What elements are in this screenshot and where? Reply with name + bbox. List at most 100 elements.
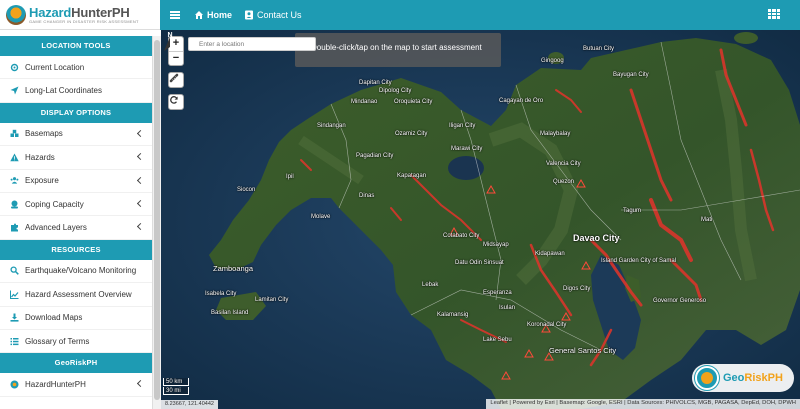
- chevron-left-icon: [136, 153, 145, 161]
- sidebar-item-basemaps[interactable]: Basemaps: [0, 123, 152, 147]
- place-label: Mindanao: [351, 99, 378, 105]
- place-label: Sindangan: [317, 123, 346, 129]
- place-label: Ipil: [286, 174, 294, 180]
- place-label: Mati: [701, 217, 713, 223]
- contact-label: Contact Us: [257, 10, 302, 20]
- refresh-icon: [170, 96, 178, 104]
- sidebar-item-advanced-layers[interactable]: Advanced Layers: [0, 216, 152, 240]
- brand-name: HazardHunterPH: [29, 5, 130, 20]
- place-label: Esperanza: [483, 290, 512, 296]
- place-label: Iligan City: [449, 123, 476, 129]
- puzzle-icon: [10, 223, 19, 232]
- sidebar-scrollbar[interactable]: [152, 36, 161, 409]
- sidebar-item-glossary[interactable]: Glossary of Terms: [0, 330, 152, 354]
- brand-tagline: GAME CHANGER IN DISASTER RISK ASSESSMENT: [29, 19, 139, 24]
- place-label: Malaybalay: [540, 131, 571, 137]
- chevron-left-icon: [136, 380, 145, 388]
- line-chart-icon: [10, 290, 19, 299]
- scale-km: 50 km: [163, 378, 189, 386]
- sidebar-item-long-lat[interactable]: Long-Lat Coordinates: [0, 79, 152, 103]
- sidebar-item-current-location[interactable]: Current Location: [0, 56, 152, 80]
- home-link[interactable]: Home: [194, 10, 232, 20]
- search-icon: [10, 266, 19, 276]
- map-scale: 50 km 30 mi: [163, 378, 189, 396]
- place-label: Island Garden City of Samal: [601, 258, 677, 264]
- home-label: Home: [207, 10, 233, 20]
- home-icon: [195, 11, 203, 19]
- menu-toggle-icon[interactable]: [170, 11, 180, 19]
- apps-grid-icon[interactable]: [768, 9, 780, 19]
- sidebar-item-coping-capacity[interactable]: Coping Capacity: [0, 193, 152, 217]
- place-label: Dipolog City: [379, 88, 412, 94]
- place-label: Datu Odin Sinsuat: [455, 260, 504, 266]
- refresh-button[interactable]: [168, 94, 184, 110]
- sidebar-item-download-maps[interactable]: Download Maps: [0, 307, 152, 330]
- place-label: Koronadal City: [527, 322, 567, 328]
- sidebar-item-exposure[interactable]: Exposure: [0, 170, 152, 193]
- contact-card-icon: [245, 10, 254, 20]
- logo-icon: [6, 4, 26, 25]
- place-label: Kidapawan: [535, 251, 565, 257]
- zoom-out-button[interactable]: −: [169, 51, 183, 65]
- sidebar-item-hazardhunterph[interactable]: HazardHunterPH: [0, 373, 152, 397]
- cubes-icon: [10, 129, 19, 138]
- place-label: Isabela City: [205, 291, 237, 297]
- app-root: HazardHunterPH GAME CHANGER IN DISASTER …: [0, 0, 800, 409]
- place-label: Dinas: [359, 193, 375, 199]
- warning-icon: [10, 153, 19, 162]
- place-label: Kalamansig: [437, 312, 469, 318]
- section-display-options: DISPLAY OPTIONS: [0, 102, 152, 123]
- sidebar-item-hazards[interactable]: Hazards: [0, 146, 152, 170]
- brand-logo[interactable]: HazardHunterPH GAME CHANGER IN DISASTER …: [0, 0, 160, 30]
- sidebar-item-hazard-assessment-overview[interactable]: Hazard Assessment Overview: [0, 283, 152, 307]
- place-label: Molave: [311, 214, 331, 220]
- place-label: Marawi City: [451, 146, 483, 152]
- place-label: Kapatagan: [397, 173, 427, 179]
- assessment-instruction: Double-click/tap on the map to start ass…: [295, 33, 501, 67]
- place-label: Davao City: [573, 233, 620, 243]
- place-label: Midsayap: [483, 242, 509, 248]
- list-icon: [10, 337, 19, 346]
- place-label: Cagayan de Oro: [499, 98, 544, 104]
- georiskph-logo[interactable]: GeoRiskPH: [692, 364, 794, 392]
- section-location-tools: LOCATION TOOLS: [0, 36, 152, 56]
- scale-mi: 30 mi: [163, 387, 189, 395]
- place-label: Zamboanga: [213, 264, 254, 273]
- place-label: Lebak: [422, 282, 439, 288]
- section-georiskph: GeoRiskPH: [0, 353, 152, 374]
- measure-tool-button[interactable]: [168, 72, 184, 88]
- ruler-icon: [169, 73, 179, 83]
- place-label: Gingoog: [541, 58, 564, 64]
- chevron-left-icon: [136, 199, 145, 207]
- place-label: General Santos City: [549, 346, 617, 355]
- crosshair-icon: [10, 63, 19, 72]
- chevron-left-icon: [136, 129, 145, 137]
- place-label: Valencia City: [546, 161, 581, 167]
- place-label: Governor Generoso: [653, 298, 707, 304]
- north-arrow-icon: N: [164, 32, 176, 51]
- place-label: Basilan Island: [211, 310, 249, 316]
- cursor-coordinates: 8.23667, 121.40442: [161, 400, 218, 409]
- sidebar-item-eq-volcano-monitoring[interactable]: Earthquake/Volcano Monitoring: [0, 260, 152, 284]
- top-navbar: HazardHunterPH GAME CHANGER IN DISASTER …: [0, 0, 800, 30]
- hand-heart-icon: [10, 200, 19, 209]
- place-label: Lake Sebu: [483, 337, 512, 343]
- contact-link[interactable]: Contact Us: [244, 10, 302, 20]
- place-label: Oroquieta City: [394, 99, 433, 105]
- chevron-left-icon: [136, 223, 145, 231]
- location-search-input[interactable]: [188, 37, 316, 51]
- users-icon: [10, 176, 19, 185]
- georiskph-logo-icon: [695, 366, 719, 390]
- section-resources: RESOURCES: [0, 239, 152, 260]
- place-label: Ozamiz City: [395, 131, 428, 137]
- georiskph-name: GeoRiskPH: [723, 372, 783, 384]
- place-label: Isulan: [499, 305, 516, 311]
- location-arrow-icon: [10, 86, 19, 95]
- scrollbar-thumb[interactable]: [154, 40, 160, 400]
- map-attribution[interactable]: Leaflet | Powered by Esri | Basemap: Goo…: [486, 399, 800, 409]
- sidebar: LOCATION TOOLS Current Location Long-Lat…: [0, 36, 152, 409]
- chevron-left-icon: [136, 176, 145, 184]
- place-label: Siocon: [237, 187, 256, 193]
- place-label: Bayugan City: [613, 72, 649, 78]
- map-canvas[interactable]: Dapitan City Dipolog City Mindanao Oroqu…: [161, 30, 800, 409]
